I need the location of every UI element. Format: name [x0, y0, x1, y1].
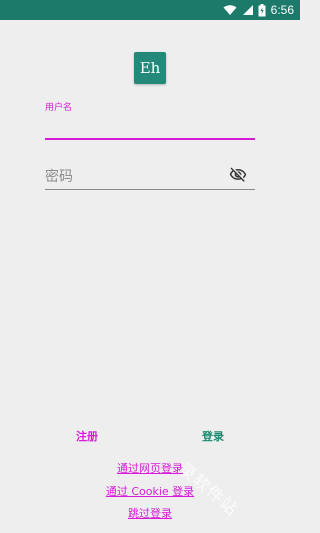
- wifi-icon: [223, 4, 237, 16]
- skip-login-link[interactable]: 跳过登录: [0, 505, 300, 521]
- password-visibility-toggle[interactable]: [227, 167, 249, 187]
- web-login-link[interactable]: 通过网页登录: [0, 460, 300, 476]
- password-input[interactable]: [45, 164, 255, 190]
- cookie-login-link[interactable]: 通过 Cookie 登录: [0, 483, 300, 499]
- register-button[interactable]: 注册: [62, 425, 112, 447]
- status-bar: 6:56: [0, 0, 300, 20]
- cell-signal-icon: [242, 4, 253, 16]
- status-icons: 6:56: [223, 2, 294, 18]
- username-input[interactable]: [45, 112, 255, 140]
- battery-icon: [258, 3, 266, 17]
- status-time: 6:56: [270, 3, 294, 17]
- eye-off-icon: [228, 166, 248, 188]
- app-logo: Eh: [134, 52, 166, 84]
- login-button[interactable]: 登录: [188, 425, 238, 447]
